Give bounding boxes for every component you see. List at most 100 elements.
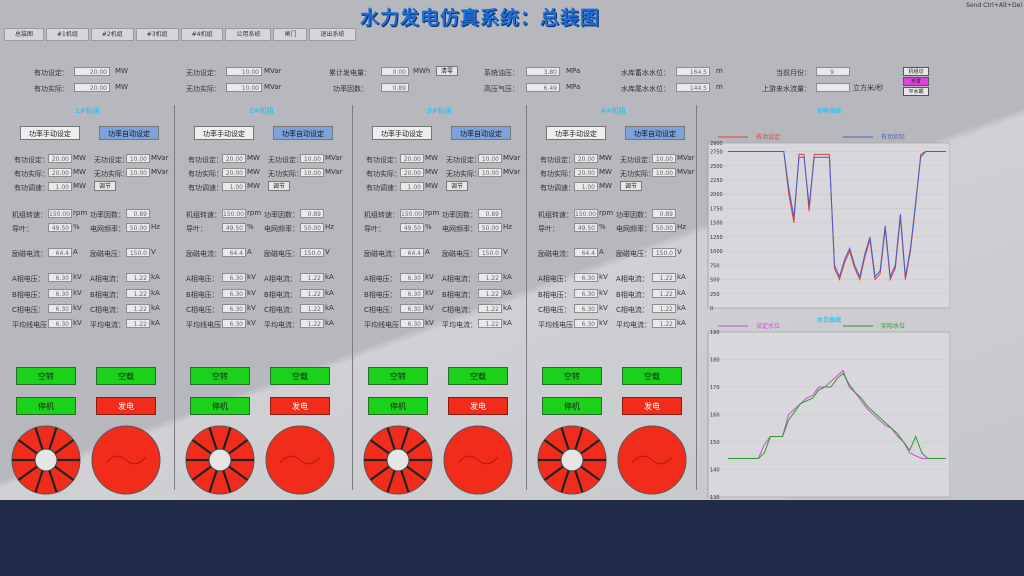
side-button-1[interactable]: 机组切 <box>903 67 929 76</box>
menu-overview[interactable]: 总装图 <box>4 28 45 41</box>
manual-power-mode-button[interactable]: 功率手动设定 <box>546 126 606 140</box>
no-load-button[interactable]: 空载 <box>448 367 508 385</box>
reservoir-value: 164.5 <box>676 67 710 76</box>
adjust-button[interactable]: 调节 <box>268 181 290 191</box>
auto-power-mode-button[interactable]: 功率自动设定 <box>625 126 685 140</box>
field-value: 1.22 <box>652 273 676 282</box>
field-label: 功率因数： <box>90 211 125 219</box>
auto-power-mode-button[interactable]: 功率自动设定 <box>273 126 333 140</box>
field-unit: % <box>247 223 254 231</box>
field-unit: MVar <box>325 168 343 176</box>
no-load-button[interactable]: 空载 <box>622 367 682 385</box>
no-load-button[interactable]: 空载 <box>270 367 330 385</box>
field-value: 10.00 <box>652 168 676 177</box>
generator-rotor-icon <box>265 425 335 495</box>
field-unit: kA <box>151 289 160 297</box>
no-load-button[interactable]: 空载 <box>96 367 156 385</box>
y-tick-label: 2250 <box>710 178 723 184</box>
stop-button[interactable]: 停机 <box>368 397 428 415</box>
field-label: 无功设定： <box>620 156 655 164</box>
idle-button[interactable]: 空转 <box>190 367 250 385</box>
inflow-unit: 立方米/秒 <box>853 84 884 92</box>
y-tick-label: 160 <box>710 413 720 419</box>
y-tick-label: 180 <box>710 358 720 364</box>
menu-unit2[interactable]: #2机组 <box>90 28 134 41</box>
month-value: 9 <box>816 67 850 76</box>
menu-gate[interactable]: 闸门 <box>273 28 308 41</box>
taskbar-area <box>0 500 1024 576</box>
active-actual-value: 20.00 <box>74 83 110 92</box>
field-value: 10.00 <box>126 168 150 177</box>
field-label: 励磁电压： <box>264 250 299 258</box>
field-label: 无功设定： <box>94 156 129 164</box>
manual-power-mode-button[interactable]: 功率手动设定 <box>194 126 254 140</box>
field-unit: kA <box>151 319 160 327</box>
field-label: 励磁电流： <box>364 250 399 258</box>
field-unit: Hz <box>677 223 686 231</box>
separator <box>352 105 353 490</box>
idle-button[interactable]: 空转 <box>368 367 428 385</box>
charts-svg: 功率曲线有功设定 有功实际2900275025002250200017501500… <box>707 107 951 500</box>
clear-total-button[interactable]: 清零 <box>436 66 458 76</box>
field-value: 10.00 <box>300 154 324 163</box>
stop-button[interactable]: 停机 <box>542 397 602 415</box>
oil-pressure-value: 3.80 <box>526 67 560 76</box>
stop-button[interactable]: 停机 <box>190 397 250 415</box>
field-label: 有功调速： <box>366 184 401 192</box>
field-value: 150.00 <box>222 209 246 218</box>
field-value: 150.0 <box>478 248 502 257</box>
manual-power-mode-button[interactable]: 功率手动设定 <box>372 126 432 140</box>
adjust-button[interactable]: 调节 <box>446 181 468 191</box>
side-button-2[interactable]: 开发 <box>903 77 929 86</box>
idle-button[interactable]: 空转 <box>542 367 602 385</box>
menu-public-system[interactable]: 公用系统 <box>225 28 272 41</box>
generate-button[interactable]: 发电 <box>270 397 330 415</box>
power-factor-value: 0.89 <box>381 83 409 92</box>
stop-button[interactable]: 停机 <box>16 397 76 415</box>
adjust-button[interactable]: 调节 <box>94 181 116 191</box>
field-unit: kA <box>677 289 686 297</box>
field-unit: MVar <box>677 154 695 162</box>
inflow-label: 上游来水流量： <box>762 85 811 93</box>
menu-unit4[interactable]: #4机组 <box>180 28 224 41</box>
generate-button[interactable]: 发电 <box>96 397 156 415</box>
idle-button[interactable]: 空转 <box>16 367 76 385</box>
field-label: C相电压： <box>12 306 45 314</box>
field-value: 6.30 <box>400 304 424 313</box>
field-unit: kA <box>503 273 512 281</box>
auto-power-mode-button[interactable]: 功率自动设定 <box>99 126 159 140</box>
field-label: A相电流： <box>442 275 475 283</box>
field-value: 20.00 <box>574 168 598 177</box>
manual-power-mode-button[interactable]: 功率手动设定 <box>20 126 80 140</box>
adjust-button[interactable]: 调节 <box>620 181 642 191</box>
field-value: 49.50 <box>222 223 246 232</box>
field-label: 平均电流： <box>442 321 477 329</box>
power-chart: 功率曲线有功设定 有功实际2900275025002250200017501500… <box>707 107 951 312</box>
field-label: 励磁电压： <box>442 250 477 258</box>
field-label: 励磁电流： <box>186 250 221 258</box>
field-unit: A <box>599 248 604 256</box>
active-step-value: 1.00 <box>574 182 598 191</box>
tailwater-unit: m <box>716 83 723 91</box>
field-value: 0.89 <box>652 209 676 218</box>
field-value: 1.22 <box>300 289 324 298</box>
menu-unit3[interactable]: #3机组 <box>135 28 179 41</box>
field-unit: kV <box>247 289 256 297</box>
water-level-chart: 水位曲线设定水位 实际水位190180170160150140130 <box>707 316 951 500</box>
field-value: 6.30 <box>222 304 246 313</box>
menu-exit[interactable]: 退出系统 <box>309 28 356 41</box>
field-label: 有功实际： <box>540 170 575 178</box>
y-tick-label: 190 <box>710 330 720 336</box>
side-button-3[interactable]: 平水期 <box>903 87 929 96</box>
field-unit: % <box>599 223 606 231</box>
menu-unit1[interactable]: #1机组 <box>46 28 89 41</box>
field-label: 有功设定： <box>366 156 401 164</box>
generate-button[interactable]: 发电 <box>448 397 508 415</box>
generate-button[interactable]: 发电 <box>622 397 682 415</box>
auto-power-mode-button[interactable]: 功率自动设定 <box>451 126 511 140</box>
separator <box>696 105 697 490</box>
field-value: 10.00 <box>126 154 150 163</box>
power-factor-label: 功率因数： <box>333 85 368 93</box>
field-value: 49.50 <box>400 223 424 232</box>
field-label: A相电流： <box>90 275 123 283</box>
